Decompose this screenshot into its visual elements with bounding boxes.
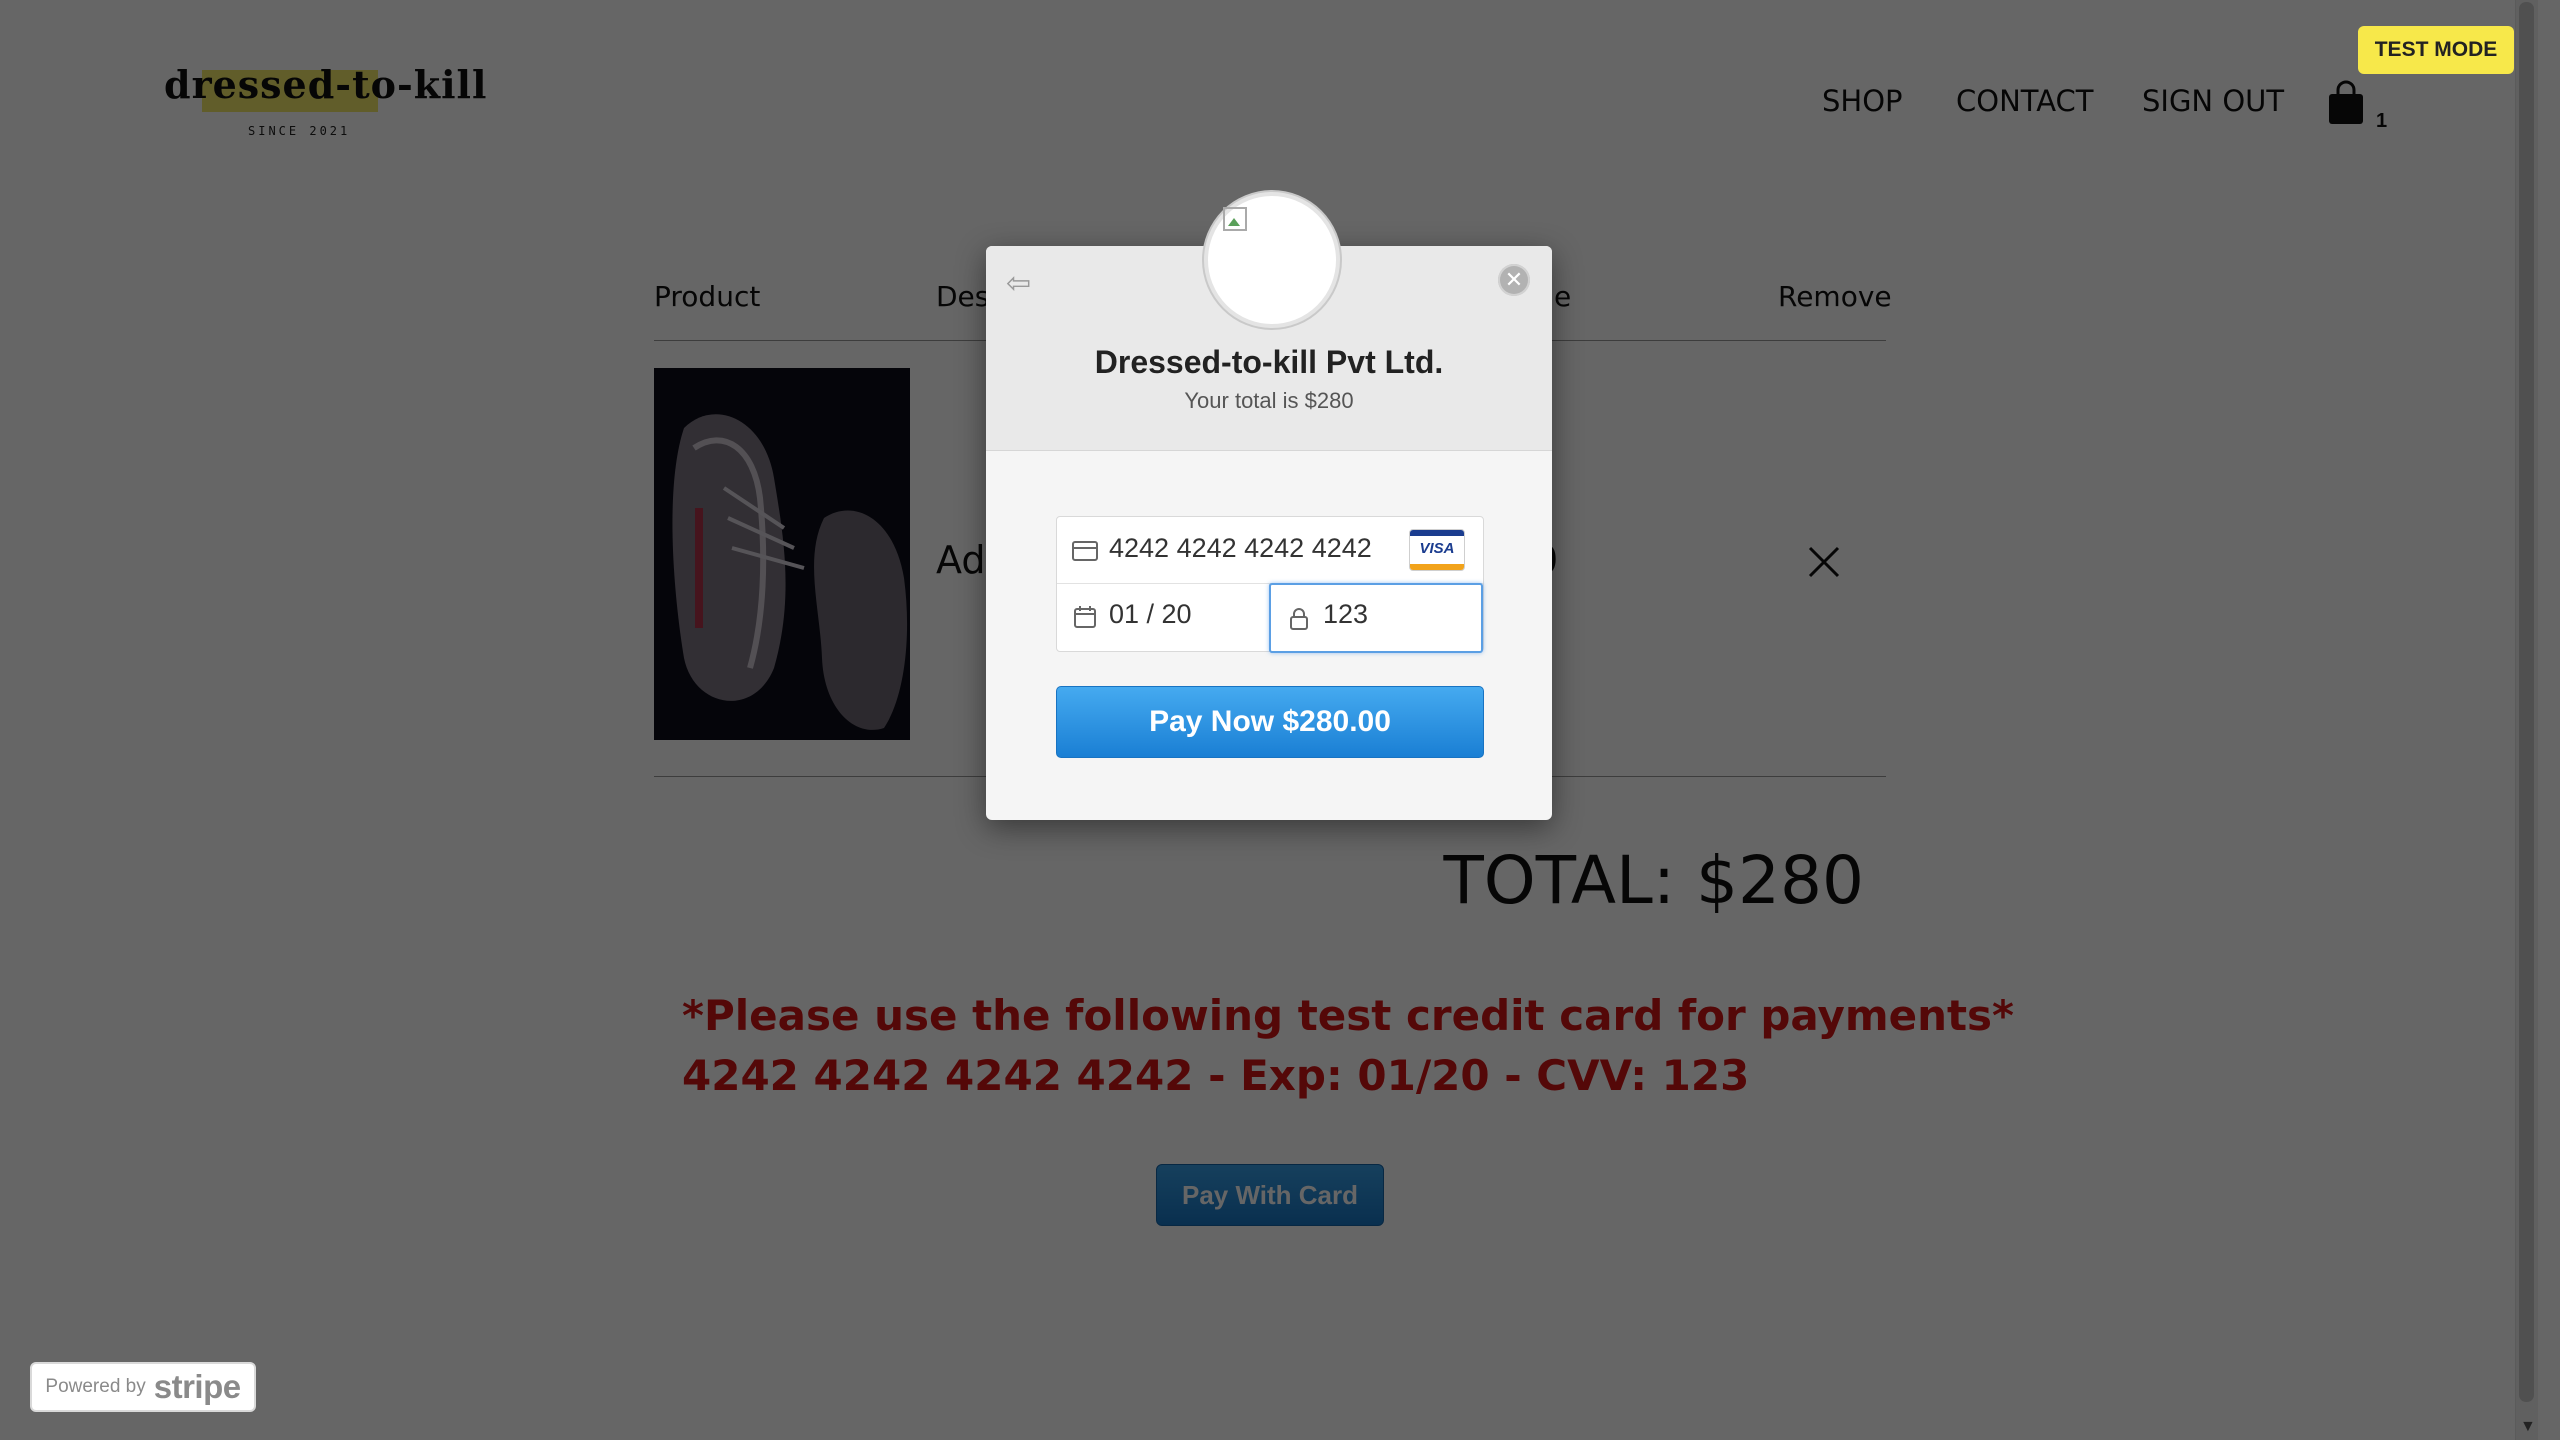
back-arrow-icon[interactable]: ⇦ xyxy=(1006,266,1031,301)
broken-image-icon xyxy=(1223,207,1247,231)
nav-sign-out[interactable]: SIGN OUT xyxy=(2142,84,2284,118)
scrollbar[interactable]: ▼ xyxy=(2515,0,2538,1440)
col-price: e xyxy=(1554,280,1572,313)
test-card-notice: *Please use the following test credit ca… xyxy=(682,986,2014,1106)
card-brand: VISA xyxy=(1419,540,1455,557)
col-product: Product xyxy=(654,280,761,313)
expiry-field[interactable]: 01 / 20 xyxy=(1057,583,1270,651)
cvc-value: 123 xyxy=(1323,599,1369,629)
cvc-field[interactable]: 123 xyxy=(1269,583,1483,653)
test-mode-badge: TEST MODE xyxy=(2358,26,2514,74)
close-icon: ✕ xyxy=(1504,267,1524,292)
merchant-name: Dressed-to-kill Pvt Ltd. xyxy=(1094,344,1444,380)
stripe-checkout-modal: ⇦ ✕ Dressed-to-kill Pvt Ltd. Your total … xyxy=(986,192,1552,820)
card-input-group: 4242 4242 4242 4242 VISA 01 / 20 123 xyxy=(1056,516,1484,653)
scrollbar-thumb[interactable] xyxy=(2519,2,2534,1402)
credit-card-icon xyxy=(1072,541,1098,561)
col-description: Des xyxy=(936,280,990,313)
shopping-bag-icon xyxy=(2329,80,2363,124)
notice-line-2: 4242 4242 4242 4242 - Exp: 01/20 - CVV: … xyxy=(682,1051,1750,1100)
remove-item-button[interactable] xyxy=(1806,544,1842,580)
total-subtitle: Your total is $280 xyxy=(1184,388,1354,413)
logo-text: dressed-to-kill xyxy=(164,62,488,107)
pay-with-card-button[interactable]: Pay With Card xyxy=(1156,1164,1384,1226)
cart-total: TOTAL: $280 xyxy=(1443,842,1864,919)
stripe-wordmark: stripe xyxy=(153,1368,241,1405)
product-image xyxy=(654,368,910,740)
col-remove: Remove xyxy=(1778,280,1892,313)
scroll-down-arrow-icon[interactable]: ▼ xyxy=(2520,1418,2536,1436)
nav-contact[interactable]: CONTACT xyxy=(1956,84,2094,118)
powered-by-stripe[interactable]: Powered by stripe xyxy=(30,1362,256,1412)
close-modal-button[interactable]: ✕ xyxy=(1498,264,1530,296)
visa-icon: VISA xyxy=(1409,529,1465,571)
card-number-field[interactable]: 4242 4242 4242 4242 VISA xyxy=(1057,517,1483,584)
lock-icon xyxy=(1290,608,1308,630)
notice-line-1: *Please use the following test credit ca… xyxy=(682,991,2015,1040)
powered-by-label: Powered by xyxy=(45,1376,146,1397)
merchant-avatar xyxy=(1204,192,1340,328)
site-logo[interactable]: dressed-to-kill SINCE 2021 xyxy=(164,62,486,142)
item-name: Ad xyxy=(936,538,986,582)
card-number-value: 4242 4242 4242 4242 xyxy=(1109,533,1372,563)
cart-count: 1 xyxy=(2376,110,2388,132)
cart-button[interactable]: 1 xyxy=(2326,80,2387,140)
pay-now-button[interactable]: Pay Now $280.00 xyxy=(1056,686,1484,758)
calendar-icon xyxy=(1074,606,1096,628)
expiry-value: 01 / 20 xyxy=(1109,599,1192,629)
close-icon xyxy=(1808,546,1840,578)
nav-shop[interactable]: SHOP xyxy=(1822,84,1903,118)
logo-since: SINCE 2021 xyxy=(248,124,351,138)
